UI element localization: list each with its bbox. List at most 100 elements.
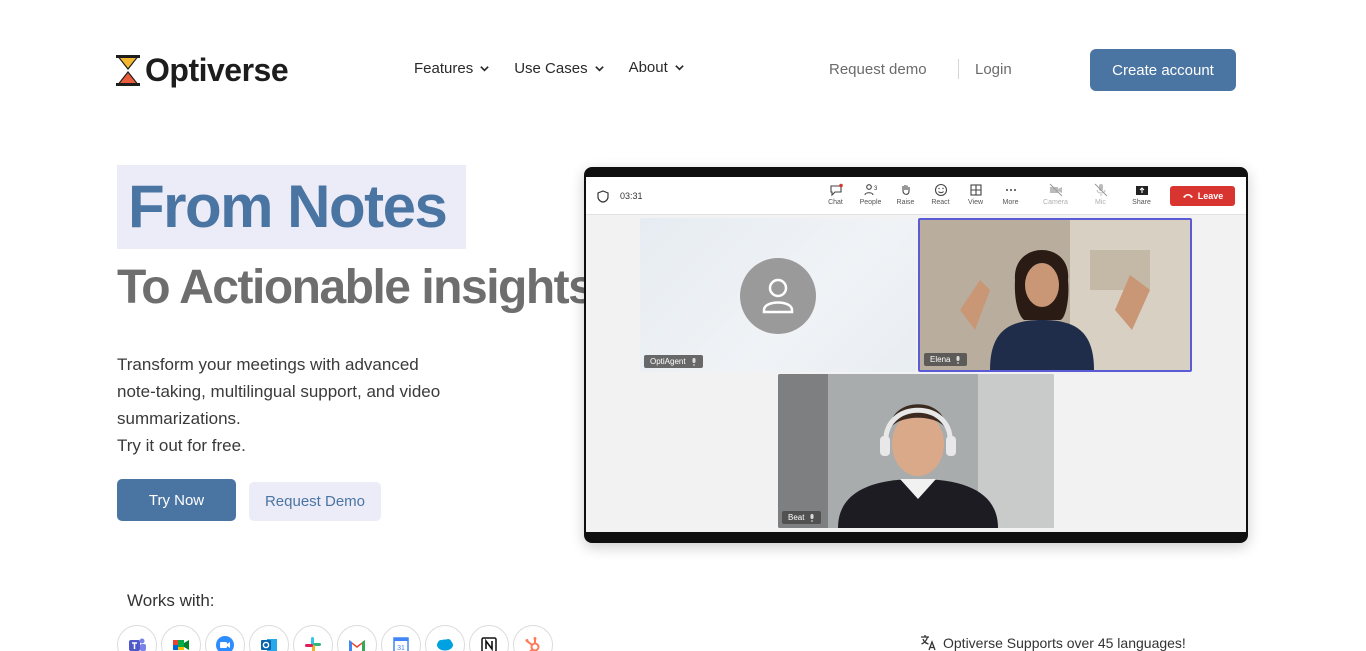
integrations-list: 31	[117, 625, 553, 651]
avatar	[740, 258, 816, 334]
hero-title: From Notes	[128, 173, 448, 240]
tool-more-label: More	[1002, 199, 1019, 206]
tool-more[interactable]: More	[993, 183, 1028, 206]
participant-tag: Beat	[782, 511, 822, 524]
nav-features[interactable]: Features	[414, 60, 490, 77]
participant-name: OptiAgent	[650, 357, 686, 366]
mic-icon	[692, 357, 696, 366]
mic-icon	[956, 355, 960, 364]
participant-tile-beat[interactable]: Beat	[778, 374, 1054, 528]
mic-off-icon	[1094, 183, 1107, 197]
integration-zoom[interactable]	[205, 625, 245, 651]
integration-google-meet[interactable]	[161, 625, 201, 651]
hero-description: Transform your meetings with advanced no…	[117, 351, 517, 459]
tool-view[interactable]: View	[958, 183, 993, 206]
chevron-down-icon	[675, 65, 684, 71]
camera-off-icon	[1049, 183, 1062, 197]
hero-description-line: Try it out for free.	[117, 436, 246, 455]
optiverse-logo-icon	[115, 54, 141, 87]
request-demo-link[interactable]: Request demo	[829, 61, 927, 78]
participant-video	[778, 374, 1054, 528]
tool-people[interactable]: 3 People	[853, 183, 888, 206]
tool-raise[interactable]: Raise	[888, 183, 923, 206]
tool-share-label: Share	[1132, 199, 1151, 206]
smiley-icon	[934, 183, 947, 197]
participant-tag: Elena	[924, 353, 968, 366]
hero-description-line: summarizations.	[117, 409, 241, 428]
participant-tag: OptiAgent	[644, 355, 703, 368]
google-calendar-icon: 31	[393, 637, 409, 651]
notion-icon	[481, 637, 497, 651]
participant-name: Elena	[930, 355, 951, 364]
participant-tile-elena[interactable]: Elena	[918, 218, 1192, 372]
integration-notion[interactable]	[469, 625, 509, 651]
tool-mic[interactable]: Mic	[1083, 183, 1118, 206]
meeting-tools: Chat 3 People Raise React View More Came…	[818, 183, 1159, 206]
chevron-down-icon	[594, 66, 604, 72]
participant-video	[920, 220, 1190, 370]
chevron-down-icon	[480, 66, 489, 72]
integration-gmail[interactable]	[337, 625, 377, 651]
hero-description-line: note-taking, multilingual support, and v…	[117, 382, 441, 401]
try-now-button[interactable]: Try Now	[117, 479, 236, 521]
nav-about-label: About	[628, 59, 668, 76]
tool-raise-label: Raise	[896, 199, 915, 206]
brand-logo[interactable]: Optiverse	[115, 52, 289, 89]
people-icon: 3	[863, 184, 878, 196]
calendar-day: 31	[397, 645, 405, 651]
integration-outlook[interactable]	[249, 625, 289, 651]
hubspot-icon	[525, 637, 540, 651]
integration-slack[interactable]	[293, 625, 333, 651]
user-icon	[762, 278, 794, 314]
tool-people-label: People	[859, 199, 882, 206]
request-demo-button[interactable]: Request Demo	[249, 482, 381, 521]
translate-icon	[921, 635, 936, 651]
gmail-icon	[349, 640, 365, 651]
slack-icon	[305, 637, 321, 651]
shield-icon	[597, 190, 609, 203]
phone-hangup-icon	[1182, 194, 1193, 198]
nav-use-cases-label: Use Cases	[514, 60, 588, 77]
integration-hubspot[interactable]	[513, 625, 553, 651]
integration-google-calendar[interactable]: 31	[381, 625, 421, 651]
tool-react[interactable]: React	[923, 183, 958, 206]
tool-view-label: View	[967, 199, 984, 206]
tool-chat[interactable]: Chat	[818, 183, 853, 206]
tool-camera[interactable]: Camera	[1038, 183, 1073, 206]
zoom-icon	[216, 636, 234, 651]
nav-use-cases[interactable]: Use Cases	[514, 60, 604, 77]
participant-name: Beat	[788, 513, 805, 522]
teams-icon	[129, 638, 146, 651]
languages-note: Optiverse Supports over 45 languages!	[920, 634, 1186, 651]
works-with-label: Works with:	[127, 591, 215, 610]
grid-icon	[969, 184, 982, 196]
nav-features-label: Features	[414, 60, 474, 77]
outlook-icon	[261, 639, 277, 651]
share-icon	[1135, 186, 1148, 195]
integration-teams[interactable]	[117, 625, 157, 651]
tool-share[interactable]: Share	[1124, 183, 1159, 206]
main-nav: Features Use Cases About	[414, 58, 685, 77]
tool-camera-label: Camera	[1043, 199, 1068, 206]
integration-salesforce[interactable]	[425, 625, 465, 651]
create-account-button[interactable]: Create account	[1090, 49, 1236, 91]
nav-about[interactable]: About	[629, 58, 685, 77]
hand-icon	[901, 185, 910, 195]
mic-icon	[810, 513, 814, 522]
tool-mic-label: Mic	[1095, 199, 1106, 206]
leave-button[interactable]: Leave	[1170, 186, 1235, 206]
people-count: 3	[874, 186, 878, 192]
hero-subtitle: To Actionable insights	[117, 261, 595, 314]
tool-chat-label: Chat	[828, 199, 843, 206]
languages-note-text: Optiverse Supports over 45 languages!	[943, 634, 1186, 651]
meeting-preview: 03:31 Chat 3 People Raise React View Mor…	[584, 167, 1248, 543]
nav-divider	[958, 59, 959, 79]
login-link[interactable]: Login	[975, 61, 1012, 78]
google-meet-icon	[173, 640, 189, 650]
leave-button-label: Leave	[1197, 191, 1224, 201]
tool-react-label: React	[931, 199, 950, 206]
meeting-toolbar: 03:31 Chat 3 People Raise React View Mor…	[586, 177, 1246, 215]
salesforce-icon	[437, 639, 453, 651]
participant-tile-optiagent[interactable]: OptiAgent	[640, 218, 916, 372]
hero-description-line: Transform your meetings with advanced	[117, 355, 419, 374]
